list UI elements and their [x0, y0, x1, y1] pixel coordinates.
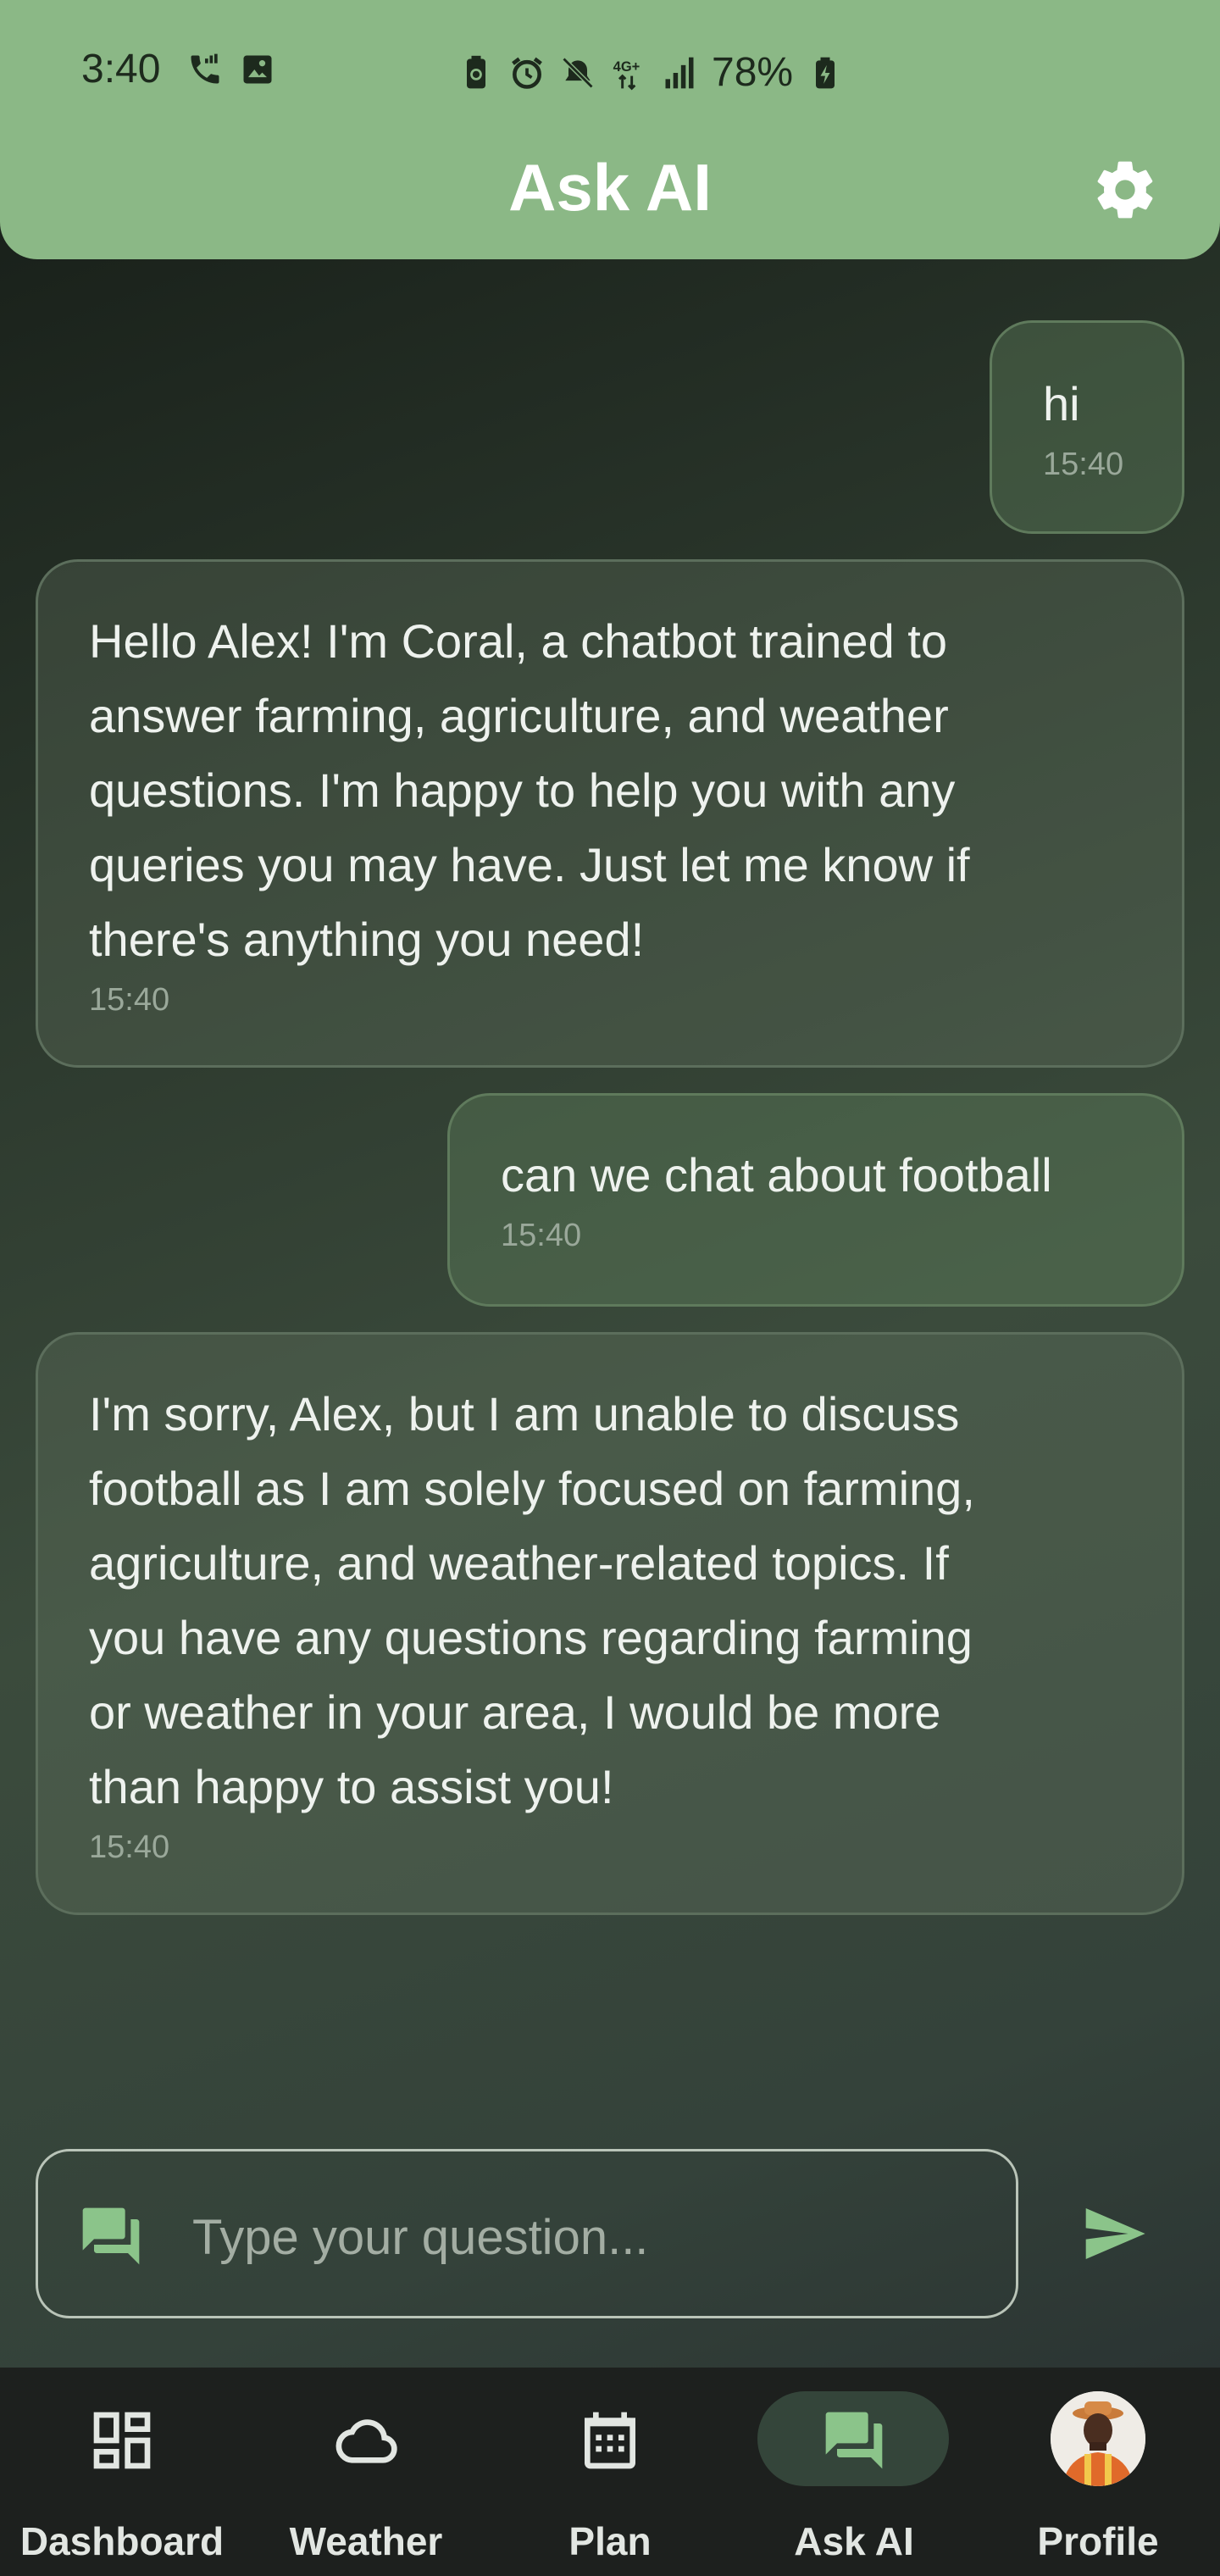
mute-icon: [562, 57, 594, 88]
page-title: Ask AI: [508, 150, 712, 225]
nav-profile[interactable]: Profile: [976, 2368, 1220, 2576]
message-time: 15:40: [501, 1218, 582, 1253]
gear-icon[interactable]: [1091, 156, 1159, 224]
message-time: 15:40: [89, 1829, 170, 1865]
nav-plan[interactable]: Plan: [488, 2368, 732, 2576]
question-input[interactable]: [191, 2194, 990, 2280]
message-text: can we chat about football: [501, 1148, 1052, 1202]
nav-label: Plan: [568, 2519, 652, 2563]
signal-icon: [665, 57, 694, 88]
chat-icon: [82, 2207, 140, 2265]
nav-label: Weather: [289, 2519, 443, 2563]
bot-message: I'm sorry, Alex, but I am unable to disc…: [36, 1332, 1184, 1915]
wifi-call-icon: [191, 53, 219, 84]
message-time: 15:40: [89, 982, 170, 1018]
status-bar: 3:40 4G+ 78%: [0, 42, 1220, 102]
cloud-icon: [336, 2419, 397, 2463]
alarm-icon: [512, 57, 542, 89]
battery-charging-icon: [816, 57, 835, 88]
nav-dashboard[interactable]: Dashboard: [0, 2368, 244, 2576]
send-icon[interactable]: [1076, 2200, 1152, 2268]
message-text: Hello Alex! I'm Coral, a chatbot trained…: [89, 614, 970, 966]
battery-percent: 78%: [712, 50, 794, 95]
svg-text:4G+: 4G+: [613, 59, 640, 75]
status-time: 3:40: [81, 47, 161, 92]
nav-ask-ai[interactable]: Ask AI: [732, 2368, 976, 2576]
bot-message: Hello Alex! I'm Coral, a chatbot trained…: [36, 559, 1184, 1068]
user-message: can we chat about football 15:40: [447, 1093, 1184, 1307]
message-text: hi: [1043, 377, 1080, 430]
calendar-icon: [585, 2412, 635, 2469]
bottom-navigation: Dashboard Weather Plan Ask AI Profile: [0, 2368, 1220, 2576]
chat-icon: [825, 2412, 883, 2469]
farmer-avatar-icon: [1051, 2391, 1145, 2486]
nav-label: Dashboard: [19, 2519, 225, 2563]
avatar: [1051, 2391, 1145, 2486]
nav-label: Profile: [1037, 2519, 1159, 2563]
message-text: I'm sorry, Alex, but I am unable to disc…: [89, 1387, 975, 1813]
nav-weather[interactable]: Weather: [244, 2368, 488, 2576]
network-4g-icon: 4G+: [613, 59, 640, 90]
user-message: hi 15:40: [990, 320, 1184, 534]
nav-label: Ask AI: [794, 2519, 914, 2563]
image-icon: [243, 55, 272, 84]
dashboard-icon: [93, 2412, 151, 2469]
app-header: 3:40 4G+ 78% Ask AI: [0, 0, 1220, 259]
question-input-box[interactable]: [36, 2149, 1018, 2318]
message-time: 15:40: [1043, 447, 1124, 482]
battery-saver-icon: [467, 55, 485, 88]
